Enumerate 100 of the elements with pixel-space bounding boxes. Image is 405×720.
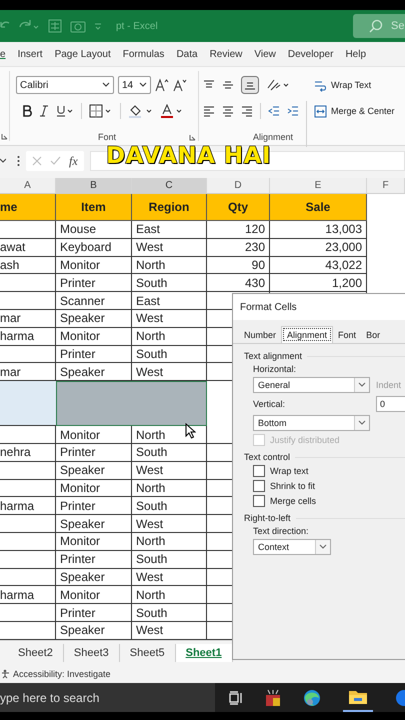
merge-icon: [314, 104, 327, 118]
task-view-icon[interactable]: [229, 690, 243, 704]
underline-icon[interactable]: [56, 105, 74, 117]
field-label: Horizontal:: [253, 364, 296, 374]
search-icon: [369, 19, 383, 33]
bottom-align-icon[interactable]: [241, 76, 259, 94]
table-cell: Keyboard: [56, 238, 132, 257]
table-cell: South: [132, 346, 207, 364]
table-cell: [0, 274, 56, 292]
ribbon-tab[interactable]: Developer: [282, 42, 340, 66]
font-size-dropdown[interactable]: 14: [118, 76, 151, 94]
decrease-indent-icon[interactable]: [268, 105, 280, 117]
table-cell: East: [132, 221, 207, 239]
column-header[interactable]: E: [270, 178, 367, 193]
chevron-icon: [358, 382, 366, 388]
table-cell: Printer: [56, 274, 132, 292]
align-left-icon[interactable]: [203, 105, 215, 117]
table-cell: West: [132, 515, 207, 533]
table-cell: harma: [0, 586, 56, 604]
sheet-tab[interactable]: Sheet2: [8, 644, 64, 662]
grow-font-icon[interactable]: [155, 78, 169, 92]
table-cell: South: [132, 550, 207, 569]
table-cell: [0, 292, 56, 310]
table-cell: South: [132, 497, 207, 516]
table-cell: North: [132, 532, 207, 551]
ribbon-tab[interactable]: Data: [170, 42, 204, 66]
orientation-icon[interactable]: [266, 78, 290, 92]
vertical-dropdown[interactable]: Bottom: [253, 415, 370, 431]
accessibility-icon[interactable]: [1, 669, 10, 679]
table-cell: [0, 515, 56, 533]
middle-align-icon[interactable]: [222, 79, 234, 91]
checkbox[interactable]: Shrink to fit: [253, 480, 405, 492]
app-icon[interactable]: [265, 688, 281, 706]
font-name-dropdown[interactable]: Calibri: [16, 76, 114, 94]
dialog-tab[interactable]: Bor: [361, 327, 386, 343]
table-cell: nehra: [0, 444, 56, 462]
dialog-tab[interactable]: Number: [239, 327, 282, 343]
chevron-icon: [102, 82, 110, 88]
align-center-icon[interactable]: [222, 105, 234, 117]
accessibility-status[interactable]: Accessibility: Investigate: [13, 669, 111, 679]
table-cell: [0, 426, 56, 444]
table-cell: 90: [207, 256, 270, 274]
checkbox[interactable]: Wrap text: [253, 465, 405, 477]
horizontal-dropdown[interactable]: General: [253, 377, 370, 393]
borders-icon[interactable]: [89, 104, 113, 118]
table-cell: South: [132, 604, 207, 622]
chevron-icon: [319, 544, 327, 550]
chevron-icon: [139, 82, 147, 88]
ribbon-tab[interactable]: Page Layout: [48, 42, 117, 66]
table-cell: [0, 604, 56, 622]
more-icon[interactable]: [17, 155, 20, 167]
header-cell: Sale: [270, 194, 367, 221]
dialog-launcher-icon[interactable]: [189, 134, 196, 140]
checkbox[interactable]: Merge cells: [253, 495, 405, 507]
align-right-icon[interactable]: [241, 105, 253, 117]
ribbon-tab[interactable]: View: [248, 42, 282, 66]
table-cell: Monitor: [56, 256, 132, 274]
table-cell: Monitor: [56, 426, 132, 444]
text-direction-dropdown[interactable]: Context: [253, 539, 331, 555]
window-title: pt - Excel: [116, 20, 158, 32]
table-cell: Mouse: [56, 221, 132, 239]
wrap-text-button[interactable]: Wrap Text: [314, 75, 395, 95]
insert-function-label[interactable]: fx: [69, 154, 78, 168]
table-cell: South: [132, 444, 207, 462]
indent-field[interactable]: 0: [376, 396, 405, 412]
ribbon-tab[interactable]: Insert: [12, 42, 49, 66]
ribbon-tab[interactable]: Review: [204, 42, 248, 66]
column-header[interactable]: D: [207, 178, 270, 193]
table-cell: harma: [0, 328, 56, 346]
bold-icon[interactable]: [22, 105, 32, 117]
browser-icon[interactable]: [303, 688, 321, 706]
increase-indent-icon[interactable]: [287, 105, 299, 117]
dialog-launcher-icon[interactable]: [1, 133, 8, 140]
merge-center-button[interactable]: Merge & Center: [314, 101, 395, 121]
shrink-font-icon[interactable]: [173, 78, 187, 92]
dialog-tab[interactable]: Alignment: [281, 326, 334, 343]
table-cell: North: [132, 256, 207, 274]
dialog-title: Format Cells: [233, 294, 405, 320]
fill-color-icon[interactable]: [128, 104, 154, 118]
section-heading: Text control: [244, 452, 290, 462]
ribbon-tab[interactable]: e: [0, 42, 12, 66]
group-label: Alignment: [252, 132, 294, 142]
column-header[interactable]: C: [132, 178, 207, 193]
chevron-icon[interactable]: [0, 158, 6, 164]
table-cell: 230: [207, 238, 270, 257]
ribbon-tab[interactable]: Formulas: [116, 42, 170, 66]
sheet-tab[interactable]: Sheet3: [64, 644, 120, 662]
column-header[interactable]: B: [56, 178, 132, 193]
ribbon-tab[interactable]: Help: [339, 42, 372, 66]
italic-icon[interactable]: [39, 105, 49, 117]
column-header[interactable]: F: [367, 178, 405, 193]
table-cell: harma: [0, 497, 56, 516]
table-cell: Monitor: [56, 480, 132, 498]
taskbar-search-field[interactable]: ype here to search: [0, 683, 215, 712]
header-cell: Qty: [207, 194, 270, 221]
dialog-tab[interactable]: Font: [333, 327, 362, 343]
sheet-tab[interactable]: Sheet1: [176, 644, 233, 662]
table-cell: Speaker: [56, 515, 132, 533]
table-cell: West: [132, 568, 207, 586]
table-cell: [0, 346, 56, 364]
